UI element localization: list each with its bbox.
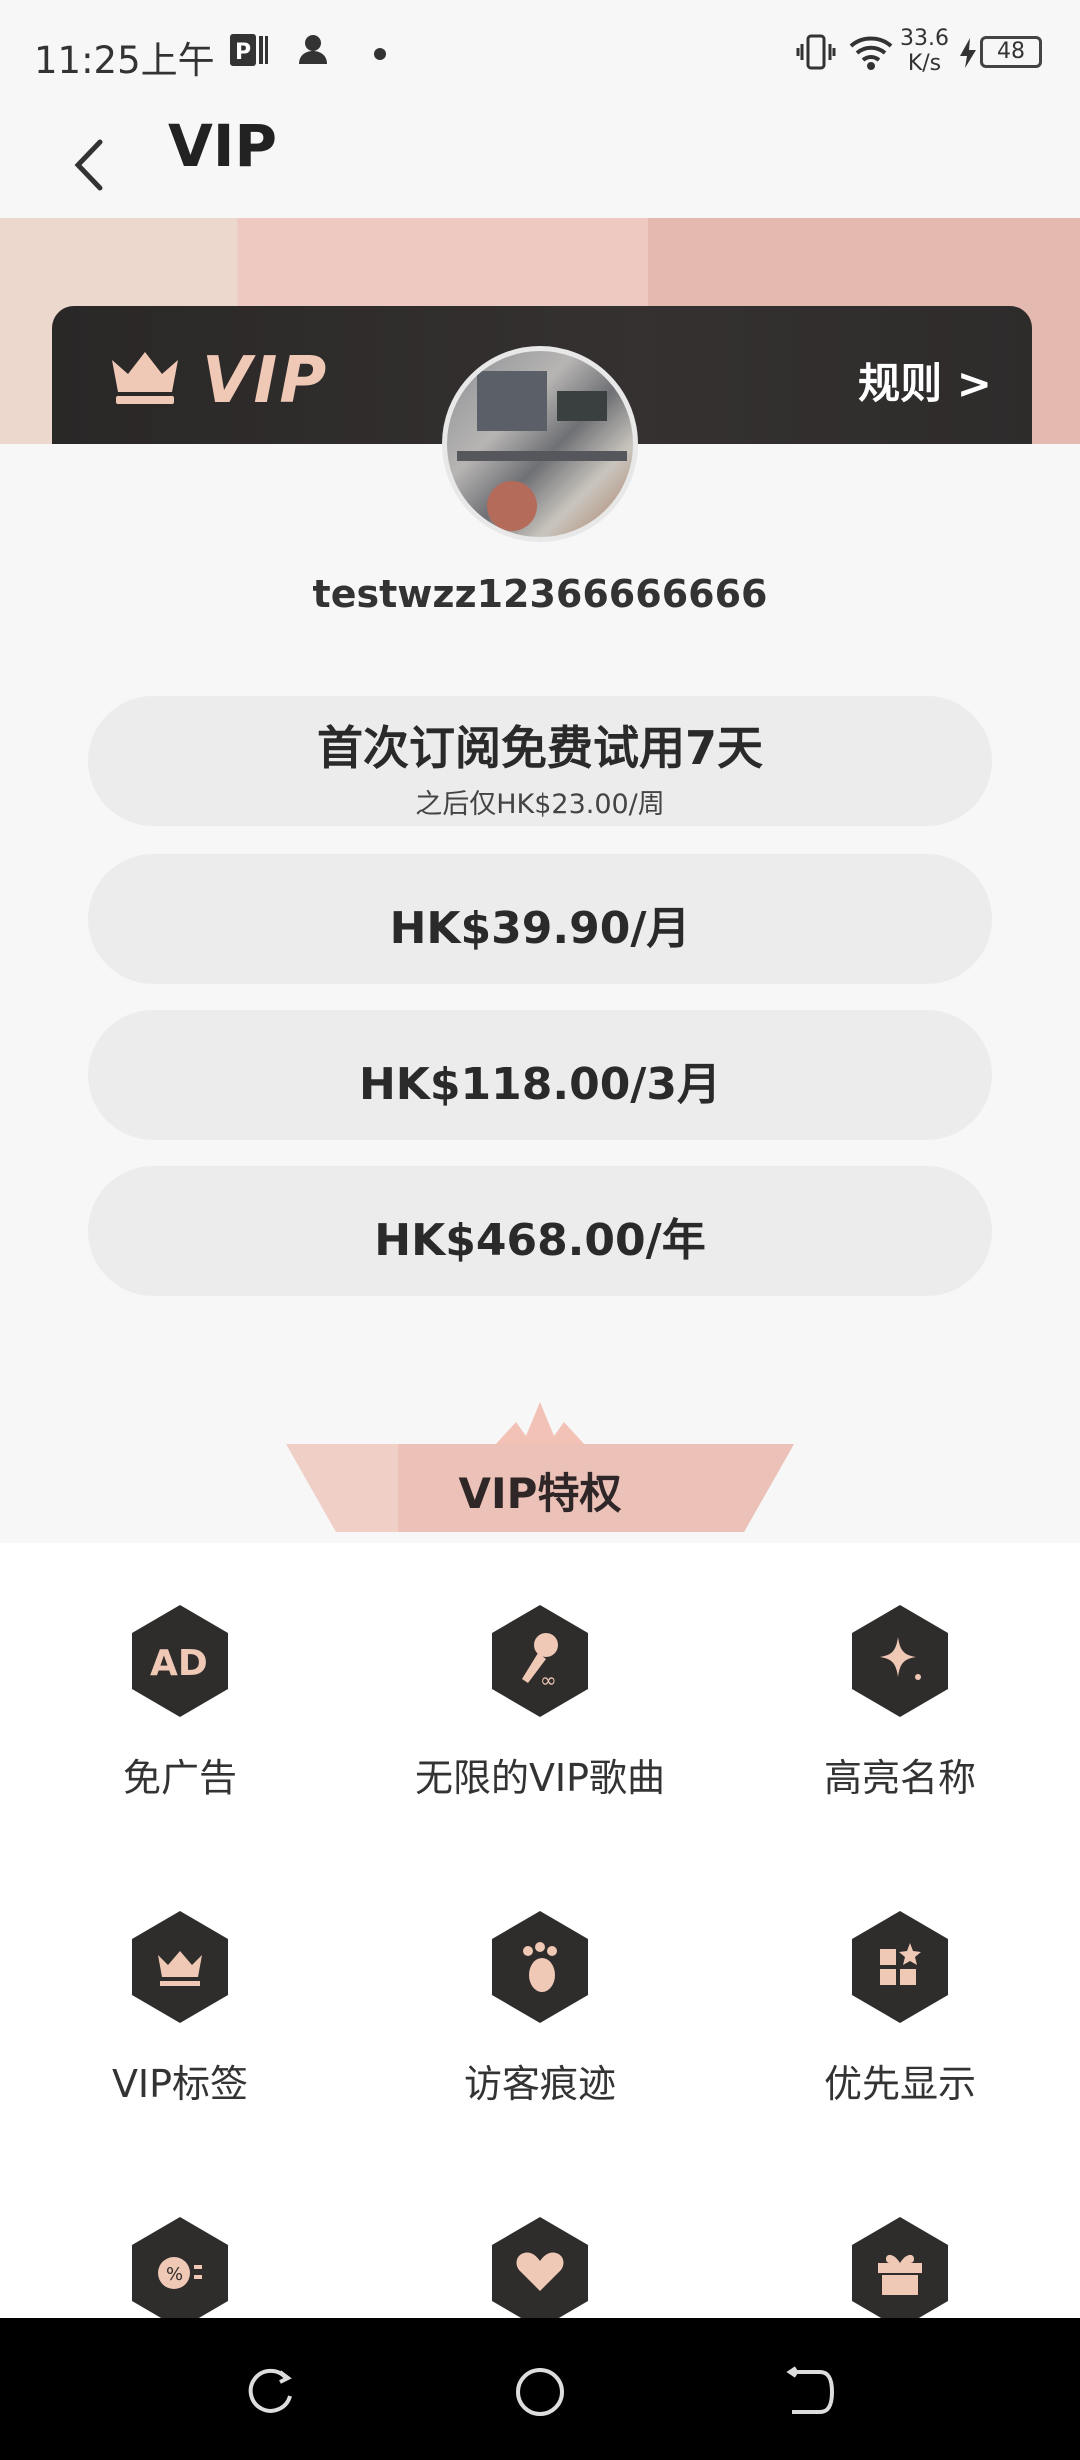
plan-price: HK$118.00/3月 [358, 1059, 721, 1110]
privilege-label: VIP标签 [111, 2062, 249, 2106]
svg-text:AD: AD [150, 1643, 208, 1684]
privilege-gift [720, 2215, 1080, 2318]
system-navigation-bar [0, 2318, 1080, 2460]
privilege-discount: % [0, 2215, 360, 2318]
privilege-vip-tag: VIP标签 [0, 1909, 360, 2108]
network-speed: 33.6 K/s [900, 26, 949, 76]
ad-icon: AD [128, 1603, 232, 1719]
privilege-label: 优先显示 [823, 2062, 976, 2106]
plan-quarterly-button[interactable]: HK$118.00/3月 [88, 1010, 992, 1140]
svg-text:P: P [235, 40, 251, 65]
privileges-grid: AD 免广告 ∞ 无限的VIP歌曲 高亮名称 VIP标签 访客痕迹 优先显示 % [0, 1543, 1080, 2318]
privilege-priority-display: 优先显示 [720, 1909, 1080, 2108]
privilege-vip-songs: ∞ 无限的VIP歌曲 [360, 1603, 720, 1802]
plan-price: HK$468.00/年 [374, 1215, 706, 1266]
privilege-visitor-trace: 访客痕迹 [360, 1909, 720, 2108]
privilege-heart [360, 2215, 720, 2318]
crown-icon [128, 1909, 232, 2025]
vibrate-icon [796, 32, 836, 81]
privilege-label: 免广告 [122, 1756, 237, 1800]
battery-indicator: 48 [980, 36, 1042, 68]
status-bar: 11:25上午 P 33.6 K/s 48 [0, 0, 1080, 110]
app-bar [0, 110, 1080, 220]
privileges-title: VIP特权 [458, 1469, 622, 1518]
plan-note: 之后仅HK$23.00/周 [415, 789, 665, 820]
grid-star-icon [848, 1909, 952, 2025]
wifi-icon [848, 32, 894, 81]
plan-trial-button[interactable]: 首次订阅免费试用7天 之后仅HK$23.00/周 [88, 696, 992, 826]
username: testwzz12366666666 [312, 572, 768, 616]
svg-text:∞: ∞ [540, 1668, 557, 1692]
rules-link[interactable]: 规则 > [858, 350, 992, 411]
heart-icon [488, 2215, 592, 2318]
privilege-label: 高亮名称 [823, 1756, 976, 1800]
back-arrow-icon[interactable] [58, 130, 128, 200]
vip-logo: VIP [202, 344, 329, 418]
notification-dot-icon [372, 32, 388, 75]
status-time: 11:25上午 [34, 39, 215, 82]
plan-price: HK$39.90/月 [389, 903, 691, 954]
gift-icon [848, 2215, 952, 2318]
parking-app-icon: P [228, 32, 268, 77]
recent-apps-button[interactable] [240, 2362, 300, 2422]
footprint-icon [488, 1909, 592, 2025]
charging-icon [958, 36, 978, 79]
microphone-icon: ∞ [488, 1603, 592, 1719]
sparkle-icon [848, 1603, 952, 1719]
avatar [442, 346, 638, 542]
privilege-no-ads: AD 免广告 [0, 1603, 360, 1802]
crown-icon [108, 348, 182, 410]
privilege-label: 访客痕迹 [463, 2062, 616, 2106]
plan-monthly-button[interactable]: HK$39.90/月 [88, 854, 992, 984]
plan-yearly-button[interactable]: HK$468.00/年 [88, 1166, 992, 1296]
svg-text:%: % [166, 2264, 183, 2285]
back-button[interactable] [780, 2362, 840, 2422]
page-title: VIP [168, 112, 277, 180]
plan-price: 首次订阅免费试用7天 [316, 721, 763, 775]
home-button[interactable] [510, 2362, 570, 2422]
privilege-label: 无限的VIP歌曲 [414, 1756, 666, 1800]
person-icon [296, 32, 330, 75]
discount-icon: % [128, 2215, 232, 2318]
privilege-highlight-name: 高亮名称 [720, 1603, 1080, 1802]
